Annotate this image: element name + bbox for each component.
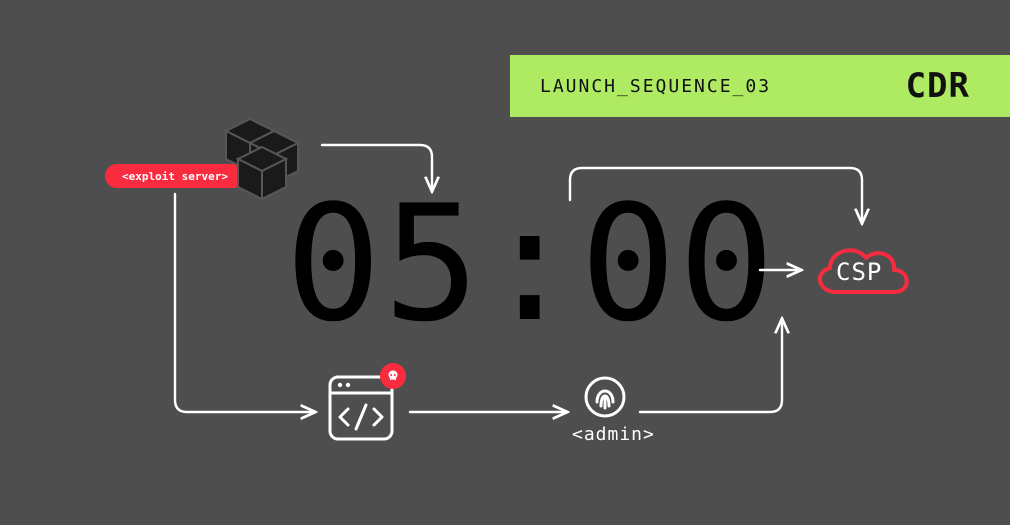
fingerprint-icon xyxy=(584,376,626,418)
admin-label: <admin> xyxy=(572,424,655,445)
sequence-label: LAUNCH_SEQUENCE_03 xyxy=(540,76,771,97)
launch-banner: LAUNCH_SEQUENCE_03 CDR xyxy=(510,55,1010,117)
cubes-icon xyxy=(200,109,320,229)
countdown-timer: 05:00 xyxy=(285,184,777,344)
sequence-code: CDR xyxy=(906,66,970,106)
skull-badge-icon xyxy=(380,363,406,389)
cloud-label: CSP xyxy=(836,258,882,286)
